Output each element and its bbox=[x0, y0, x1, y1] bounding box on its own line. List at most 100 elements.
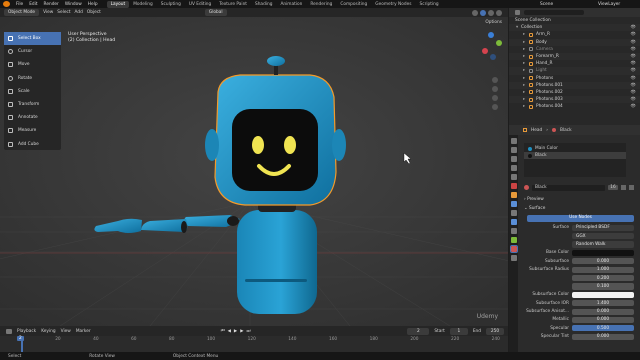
visibility-eye-icon[interactable]: 👁 bbox=[631, 32, 636, 37]
scene-selector[interactable]: Scene bbox=[540, 2, 598, 7]
surface-shader-dropdown[interactable]: Principled BSDF bbox=[572, 224, 634, 231]
outliner-filter-icon[interactable] bbox=[515, 10, 520, 15]
tool-select-box[interactable]: Select Box bbox=[4, 32, 61, 46]
expand-triangle-icon[interactable]: ▸ bbox=[523, 47, 525, 52]
workspace-tab-modeling[interactable]: Modeling bbox=[129, 1, 157, 8]
render-tab-icon[interactable] bbox=[510, 147, 517, 153]
workspace-tab-shading[interactable]: Shading bbox=[251, 1, 276, 8]
tool-move[interactable]: Move bbox=[4, 58, 61, 71]
view-layer-selector[interactable]: ViewLayer bbox=[598, 2, 640, 7]
tool-rotate[interactable]: Rotate bbox=[4, 72, 61, 85]
world-tab-icon[interactable] bbox=[510, 183, 517, 189]
gizmo-neg-z-icon[interactable] bbox=[490, 54, 496, 60]
unlink-material-icon[interactable] bbox=[629, 185, 634, 190]
outliner-item[interactable]: ▸ Photons.002 👁 bbox=[509, 89, 640, 96]
visibility-eye-icon[interactable]: 👁 bbox=[631, 54, 636, 59]
blender-logo-icon[interactable] bbox=[3, 1, 10, 7]
outliner-search-input[interactable] bbox=[524, 10, 584, 15]
expand-triangle-icon[interactable]: ▸ bbox=[523, 61, 525, 66]
subsurface-method-dropdown[interactable]: Random Walk bbox=[572, 241, 634, 248]
workspace-tab-sculpting[interactable]: Sculpting bbox=[157, 1, 185, 8]
subsurface-color-swatch[interactable] bbox=[572, 291, 634, 298]
playhead-frame-badge[interactable]: 2 bbox=[17, 336, 24, 341]
workspace-tab-animation[interactable]: Animation bbox=[276, 1, 306, 8]
workspace-tab-compositing[interactable]: Compositing bbox=[336, 1, 371, 8]
visibility-eye-icon[interactable]: 👁 bbox=[631, 76, 636, 81]
scene-tab-icon[interactable] bbox=[510, 174, 517, 180]
outliner-item[interactable]: ▸ Hand_R 👁 bbox=[509, 60, 640, 67]
constraints-tab-icon[interactable] bbox=[510, 228, 517, 234]
tool-transform[interactable]: Transform bbox=[4, 98, 61, 111]
expand-triangle-icon[interactable]: ▸ bbox=[523, 32, 525, 37]
end-frame-field[interactable]: 250 bbox=[486, 327, 504, 335]
workspace-tab-layout[interactable]: Layout bbox=[106, 0, 130, 8]
modifier-wrench-tab-icon[interactable] bbox=[510, 201, 517, 207]
outliner-item[interactable]: ▸ Light 👁 bbox=[509, 67, 640, 75]
timeline-menu-keying[interactable]: Keying bbox=[41, 329, 55, 334]
subsurface-radius-y-field[interactable]: 0.200 bbox=[572, 274, 634, 282]
navigation-gizmo[interactable] bbox=[480, 32, 502, 70]
tool-tab-icon[interactable] bbox=[510, 138, 517, 144]
play-icon[interactable]: ▶ bbox=[234, 329, 237, 334]
menu-edit[interactable]: Edit bbox=[26, 2, 40, 7]
expand-triangle-icon[interactable]: ▸ bbox=[523, 54, 525, 59]
particles-tab-icon[interactable] bbox=[510, 210, 517, 216]
menu-render[interactable]: Render bbox=[41, 2, 62, 7]
workspace-tab-texture-paint[interactable]: Texture Paint bbox=[215, 1, 251, 8]
timeline-menu-marker[interactable]: Marker bbox=[76, 329, 91, 334]
zoom-icon[interactable] bbox=[492, 77, 498, 83]
outliner-item[interactable]: ▸ Photons.003 👁 bbox=[509, 96, 640, 104]
outliner-item[interactable]: ▸ Photons.001 👁 bbox=[509, 81, 640, 89]
menu-window[interactable]: Window bbox=[62, 2, 85, 7]
timeline-menu-playback[interactable]: Playback bbox=[17, 329, 36, 334]
timeline-area[interactable]: 0 20 40 60 80 100 120 140 160 180 200 22… bbox=[0, 336, 508, 352]
playback-controls[interactable]: ⏮ ◀ ▶ ▶ ⏭ bbox=[221, 329, 251, 334]
workspace-tab-rendering[interactable]: Rendering bbox=[306, 1, 336, 8]
preview-section-header[interactable]: › Preview bbox=[524, 197, 640, 204]
workspace-tab-uv-editing[interactable]: UV Editing bbox=[185, 1, 215, 8]
menu-file[interactable]: File bbox=[13, 2, 26, 7]
subsurface-anisotropy-field[interactable]: 0.000 bbox=[572, 308, 634, 315]
viewport-menu-object[interactable]: Object bbox=[87, 10, 101, 15]
material-slot-list[interactable]: Main Color Black bbox=[524, 143, 626, 177]
visibility-eye-icon[interactable]: 👁 bbox=[631, 40, 636, 45]
ortho-grid-icon[interactable] bbox=[492, 104, 498, 110]
physics-tab-icon[interactable] bbox=[510, 219, 517, 225]
visibility-eye-icon[interactable]: 👁 bbox=[631, 83, 636, 88]
camera-view-icon[interactable] bbox=[492, 95, 498, 101]
tool-scale[interactable]: Scale bbox=[4, 85, 61, 98]
visibility-eye-icon[interactable]: 👁 bbox=[631, 47, 636, 52]
outliner-scene-collection[interactable]: Scene Collection bbox=[509, 17, 640, 24]
object-data-tab-icon[interactable] bbox=[510, 237, 517, 243]
material-users-count[interactable]: 16 bbox=[608, 185, 618, 190]
tool-measure[interactable]: Measure bbox=[4, 124, 61, 137]
output-tab-icon[interactable] bbox=[510, 156, 517, 162]
current-frame-field[interactable]: 2 bbox=[407, 327, 430, 335]
tool-add-cube[interactable]: Add Cube bbox=[4, 138, 61, 151]
object-tab-icon[interactable] bbox=[510, 192, 517, 198]
expand-triangle-icon[interactable]: ▸ bbox=[523, 68, 525, 73]
expand-triangle-icon[interactable]: ▸ bbox=[523, 40, 525, 45]
distribution-dropdown[interactable]: GGX bbox=[572, 232, 634, 240]
viewport-menu-add[interactable]: Add bbox=[75, 10, 83, 15]
view-layer-tab-icon[interactable] bbox=[510, 165, 517, 171]
prev-key-icon[interactable]: ◀ bbox=[228, 329, 231, 334]
outliner-item-collection[interactable]: ▾ Collection 👁 bbox=[509, 24, 640, 32]
gizmo-y-axis-icon[interactable] bbox=[496, 40, 502, 46]
transform-orientation-dropdown[interactable]: Global bbox=[204, 9, 227, 16]
3d-viewport[interactable]: User Perspective (2) Collection | Head O… bbox=[0, 17, 508, 326]
gizmo-z-axis-icon[interactable] bbox=[488, 32, 494, 38]
options-dropdown[interactable]: Options bbox=[485, 20, 502, 25]
duplicate-material-icon[interactable] bbox=[621, 185, 626, 190]
visibility-eye-icon[interactable]: 👁 bbox=[631, 104, 636, 109]
menu-help[interactable]: Help bbox=[85, 2, 101, 7]
subsurface-radius-z-field[interactable]: 0.100 bbox=[572, 283, 634, 290]
material-browse-icon[interactable] bbox=[524, 185, 529, 190]
expand-triangle-icon[interactable]: ▸ bbox=[523, 90, 525, 95]
workspace-tab-geometry-nodes[interactable]: Geometry Nodes bbox=[371, 1, 415, 8]
visibility-eye-icon[interactable]: 👁 bbox=[631, 90, 636, 95]
specular-tint-field[interactable]: 0.000 bbox=[572, 333, 634, 340]
jump-start-icon[interactable]: ⏮ bbox=[221, 329, 225, 334]
expand-triangle-icon[interactable]: ▸ bbox=[523, 76, 525, 81]
specular-field[interactable]: 0.500 bbox=[572, 325, 634, 332]
